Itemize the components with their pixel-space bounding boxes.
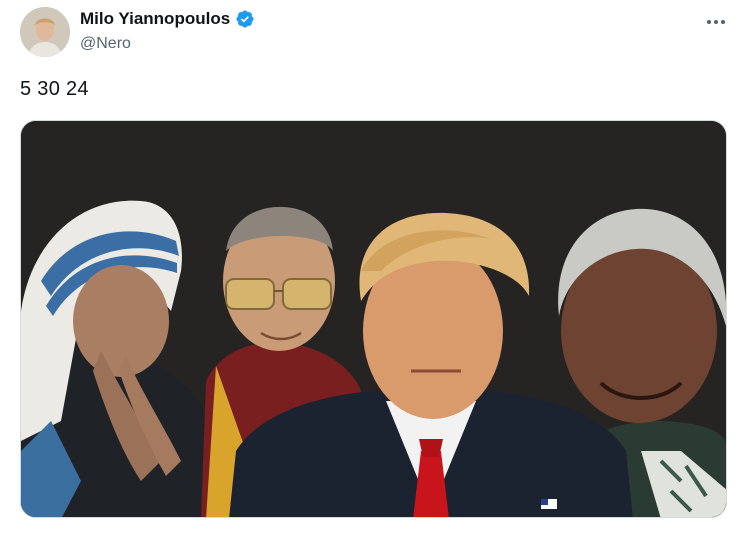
verified-badge-icon: [235, 9, 255, 29]
author-avatar[interactable]: [20, 7, 70, 57]
author-name-row: Milo Yiannopoulos: [80, 9, 255, 29]
more-horizontal-icon: [707, 20, 711, 24]
author-handle[interactable]: @Nero: [80, 35, 131, 53]
more-options-button[interactable]: [704, 12, 728, 32]
tweet-media-image[interactable]: [20, 120, 727, 518]
avatar-image: [20, 7, 70, 57]
author-name[interactable]: Milo Yiannopoulos: [80, 9, 230, 29]
tweet-text: 5 30 24: [20, 78, 89, 100]
